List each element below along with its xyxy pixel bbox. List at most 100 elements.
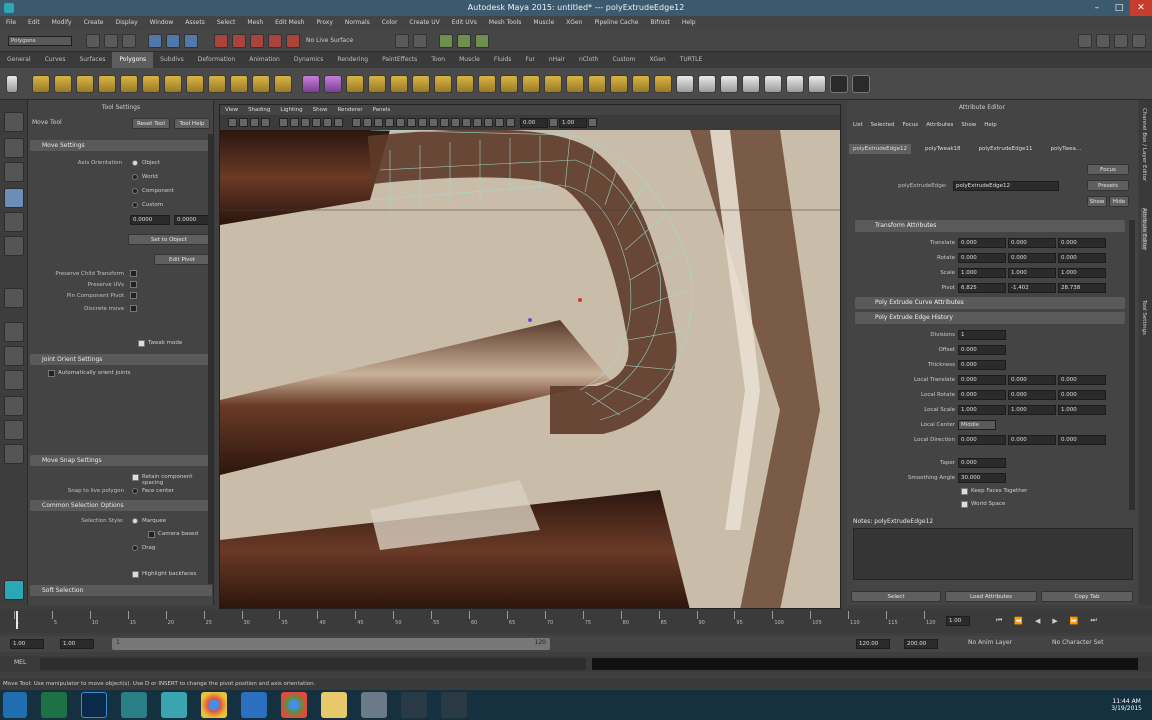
playback-end-field[interactable]: 120.00 <box>856 639 890 649</box>
transform-attributes-header[interactable]: Transform Attributes <box>855 220 1125 232</box>
menu-item-edit-mesh[interactable]: Edit Mesh <box>269 16 310 30</box>
translate-z-field[interactable]: 0.000 <box>1058 237 1106 248</box>
presets-button[interactable]: Presets <box>1087 180 1129 191</box>
divisions-field[interactable]: 1 <box>958 329 1006 340</box>
scale-z-field[interactable]: 1.000 <box>1058 267 1106 278</box>
shelf-tab-polygons[interactable]: Polygons <box>112 52 154 68</box>
tool-help-button[interactable]: Tool Help <box>174 118 210 129</box>
backface-culling-icon[interactable] <box>495 118 504 127</box>
keep-faces-checkbox[interactable] <box>961 488 968 495</box>
shelf-tab-fur[interactable]: Fur <box>518 52 541 68</box>
network-icon[interactable] <box>361 692 387 718</box>
motion-blur-icon[interactable] <box>429 118 438 127</box>
output-ops-icon[interactable] <box>413 33 428 48</box>
focus-button[interactable]: Focus <box>1087 164 1129 175</box>
ambient-occlusion-icon[interactable] <box>418 118 427 127</box>
set-to-object-button[interactable]: Set to Object <box>128 234 210 245</box>
four-pane-layout-icon[interactable] <box>4 346 24 366</box>
anti-aliasing-icon[interactable] <box>440 118 449 127</box>
shelf-tab-muscle[interactable]: Muscle <box>452 52 487 68</box>
chrome-icon[interactable] <box>201 692 227 718</box>
go-to-start-icon[interactable]: ⏮ <box>996 616 1002 625</box>
system-clock[interactable]: 11:44 AM 3/19/2015 <box>1111 698 1142 712</box>
menu-item-color[interactable]: Color <box>376 16 404 30</box>
uv-editor-icon[interactable] <box>720 74 738 93</box>
local-direction-z-field[interactable]: 0.000 <box>1058 434 1106 445</box>
menu-item-mesh[interactable]: Mesh <box>241 16 269 30</box>
bevel-icon[interactable] <box>654 74 672 93</box>
rotate-tool-icon[interactable] <box>4 212 24 232</box>
open-scene-icon[interactable] <box>104 33 118 48</box>
poly-helix-icon[interactable] <box>230 74 248 93</box>
curve-attributes-header[interactable]: Poly Extrude Curve Attributes <box>855 297 1125 309</box>
extrude-icon[interactable] <box>500 74 518 93</box>
select-tool-icon[interactable] <box>4 112 24 132</box>
attr-menu-attributes[interactable]: Attributes <box>922 120 957 130</box>
soft-selection-header[interactable]: Soft Selection <box>30 585 212 596</box>
shelf-tab-general[interactable]: General <box>0 52 38 68</box>
smoothing-angle-field[interactable]: 30.000 <box>958 472 1006 483</box>
select-camera-icon[interactable] <box>228 118 237 127</box>
close-button[interactable]: ✕ <box>1130 0 1152 16</box>
poly-soccer-ball-icon[interactable] <box>252 74 270 93</box>
shelf-tab-rendering[interactable]: Rendering <box>330 52 375 68</box>
move-settings-header[interactable]: Move Settings <box>30 140 212 151</box>
select-component-icon[interactable] <box>184 33 198 48</box>
viewport-menu-panels[interactable]: Panels <box>368 105 396 115</box>
mirror-cut-icon[interactable] <box>478 74 496 93</box>
taper-field[interactable]: 0.000 <box>958 457 1006 468</box>
edit-pivot-button[interactable]: Edit Pivot <box>154 254 210 265</box>
poly-plane-icon[interactable] <box>120 74 138 93</box>
select-hierarchy-icon[interactable] <box>148 33 162 48</box>
local-rotate-y-field[interactable]: 0.000 <box>1008 389 1056 400</box>
mail-icon[interactable] <box>241 692 267 718</box>
poly-sphere-icon[interactable] <box>32 74 50 93</box>
show-tool-settings-icon[interactable] <box>1114 33 1128 48</box>
poly-platonic-icon[interactable] <box>274 74 292 93</box>
poly-torus-icon[interactable] <box>142 74 160 93</box>
tool-settings-scrollbar[interactable] <box>208 134 213 584</box>
world-space-checkbox[interactable] <box>961 501 968 508</box>
insert-edge-loop-icon[interactable] <box>588 74 606 93</box>
step-forward-icon[interactable]: ⏩ <box>1070 617 1079 625</box>
maya-icon[interactable] <box>121 692 147 718</box>
local-center-dropdown[interactable]: Middle <box>958 419 996 430</box>
range-slider-bar[interactable]: 1 120 <box>112 638 550 650</box>
minimize-button[interactable]: – <box>1086 0 1108 16</box>
shelf-tab-subdivs[interactable]: Subdivs <box>153 52 191 68</box>
shelf-tab-animation[interactable]: Animation <box>242 52 287 68</box>
show-modeling-toolkit-icon[interactable] <box>1078 33 1092 48</box>
poly-cylinder-icon[interactable] <box>76 74 94 93</box>
merge-icon[interactable] <box>676 74 694 93</box>
channel-box-tab[interactable]: Channel Box / Layer Editor <box>1141 108 1147 181</box>
bridge-icon[interactable] <box>522 74 540 93</box>
target-weld-icon[interactable] <box>698 74 716 93</box>
tab-polyExtrudeEdge11[interactable]: polyExtrudeEdge11 <box>975 144 1037 154</box>
wireframe-icon[interactable] <box>352 118 361 127</box>
menu-item-help[interactable]: Help <box>676 16 702 30</box>
chrome-profile-icon[interactable] <box>281 692 307 718</box>
menu-item-window[interactable]: Window <box>144 16 180 30</box>
photoshop-icon[interactable] <box>81 692 107 718</box>
menu-item-edit[interactable]: Edit <box>22 16 46 30</box>
reset-tool-button[interactable]: Reset Tool <box>132 118 170 129</box>
axis-component-radio[interactable] <box>132 188 138 194</box>
menu-item-bifrost[interactable]: Bifrost <box>645 16 676 30</box>
wireframe-on-shaded-icon[interactable] <box>374 118 383 127</box>
shadows-icon[interactable] <box>407 118 416 127</box>
paint-select-icon[interactable] <box>4 162 24 182</box>
thickness-field[interactable]: 0.000 <box>958 359 1006 370</box>
render-icon[interactable] <box>439 33 454 48</box>
pivot-x-field[interactable]: 6.825 <box>958 282 1006 293</box>
normals-icon[interactable] <box>830 74 848 93</box>
local-rotate-x-field[interactable]: 0.000 <box>958 389 1006 400</box>
end-time-field[interactable]: 200.00 <box>904 639 938 649</box>
common-selection-header[interactable]: Common Selection Options <box>30 500 212 511</box>
local-translate-y-field[interactable]: 0.000 <box>1008 374 1056 385</box>
tweak-mode-checkbox[interactable] <box>138 340 145 347</box>
tab-polyExtrudeEdge12[interactable]: polyExtrudeEdge12 <box>849 144 911 154</box>
snap-curve-icon[interactable] <box>232 33 246 48</box>
viewport-menu-show[interactable]: Show <box>308 105 333 115</box>
scale-x-field[interactable]: 1.000 <box>958 267 1006 278</box>
shelf-tab-xgen[interactable]: XGen <box>642 52 672 68</box>
